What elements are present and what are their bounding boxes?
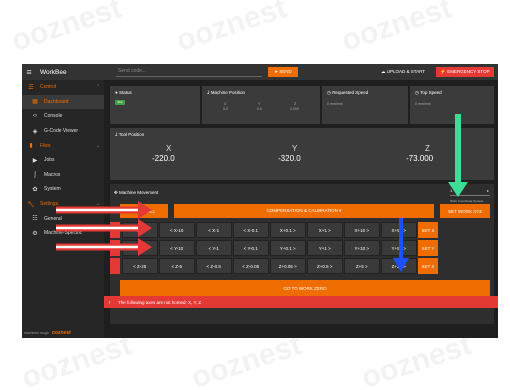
red-arrow-z — [56, 238, 152, 256]
blue-arrow — [393, 218, 409, 272]
annotation-overlay — [56, 114, 468, 272]
red-arrow-x — [56, 201, 152, 219]
red-arrow-y — [56, 219, 152, 237]
green-arrow — [448, 114, 468, 197]
screenshot-frame: ooznest ooznest ooznest ooznest ooznest … — [0, 0, 510, 390]
